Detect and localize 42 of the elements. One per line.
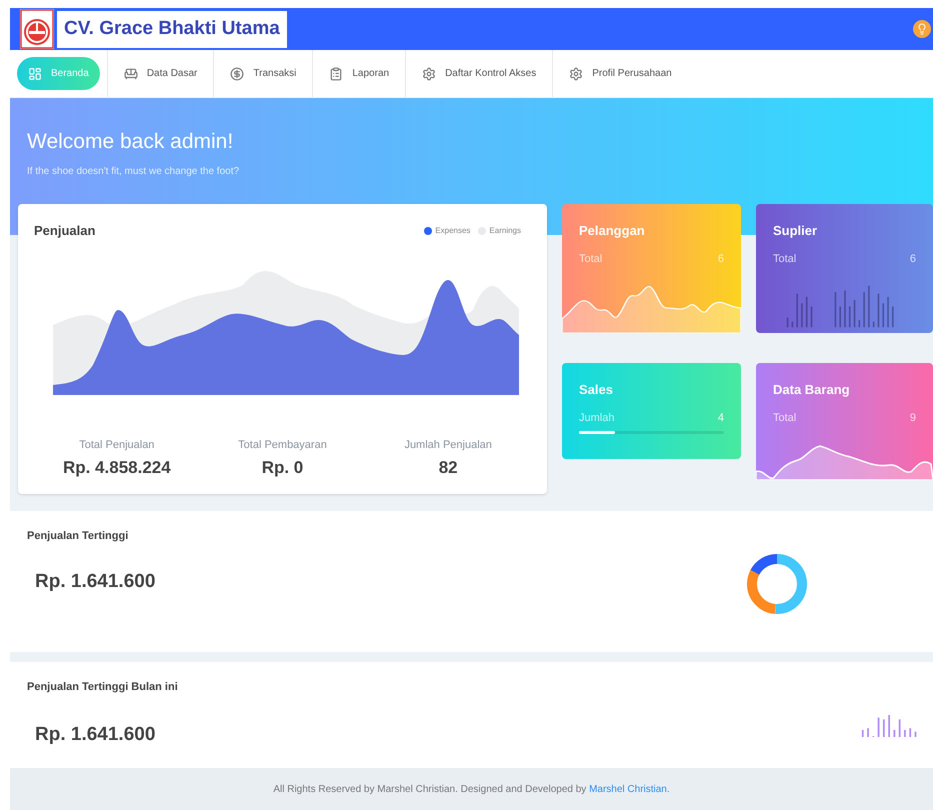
panel-value: Rp. 1.641.600: [35, 570, 156, 594]
donut-drawing: [747, 554, 807, 614]
company-name: CV. Grace Bhakti Utama: [57, 10, 287, 48]
nav-tab[interactable]: Daftar Kontrol Akses: [421, 57, 538, 90]
stat-label: Total Pembayaran: [238, 438, 327, 452]
panel-title: Penjualan Tertinggi: [27, 529, 128, 544]
nav-tab[interactable]: Data Dasar: [122, 57, 198, 90]
settings-icon: [422, 66, 436, 80]
card-title: Suplier: [773, 222, 818, 240]
card-title: Data Barang: [773, 381, 851, 399]
dollar-icon: [230, 66, 244, 80]
footer-text: All Rights Reserved by Marshel Christian. Designed and Developed by Marshel Christian.: [273, 782, 670, 796]
nav-tab[interactable]: Profil Perusahaan: [568, 57, 673, 90]
legend-label: Expenses: [435, 224, 470, 237]
card-label: Total: [773, 252, 796, 266]
card-label: Total: [773, 410, 796, 426]
sofa-icon: [124, 66, 138, 80]
settings-icon: [569, 66, 584, 80]
card-value: 9: [910, 410, 916, 426]
card-value: 4: [718, 410, 724, 426]
nav-tab[interactable]: Laporan: [328, 57, 390, 90]
welcome-title: Welcome back admin!: [27, 129, 234, 155]
nav-tab[interactable]: Transaksi: [229, 57, 298, 90]
stat-label: Jumlah Penjualan: [404, 438, 492, 452]
card-value: 6: [718, 252, 724, 266]
panel-value: Rp. 1.641.600: [35, 722, 156, 746]
stat-value: 82: [438, 457, 458, 479]
panel-title: Penjualan Tertinggi Bulan ini: [27, 680, 178, 695]
card-label: Total: [579, 252, 602, 266]
stat-value: Rp. 4.858.224: [62, 457, 171, 479]
stat-label: Total Penjualan: [79, 438, 154, 452]
stat-value: Rp. 0: [262, 457, 304, 479]
lightbulb-icon[interactable]: [913, 20, 931, 38]
card-value: 6: [910, 252, 916, 266]
dashboard-icon: [28, 66, 42, 80]
card-title: Pelanggan: [579, 222, 646, 240]
card-label: Jumlah: [579, 410, 614, 426]
clipboard-icon: [329, 66, 344, 80]
welcome-subtitle: If the shoe doesn't fit, must we change the foot?: [27, 164, 240, 178]
card-title: Penjualan: [34, 222, 96, 240]
legend-label: Earnings: [489, 224, 521, 237]
card-title: Sales: [579, 381, 614, 399]
